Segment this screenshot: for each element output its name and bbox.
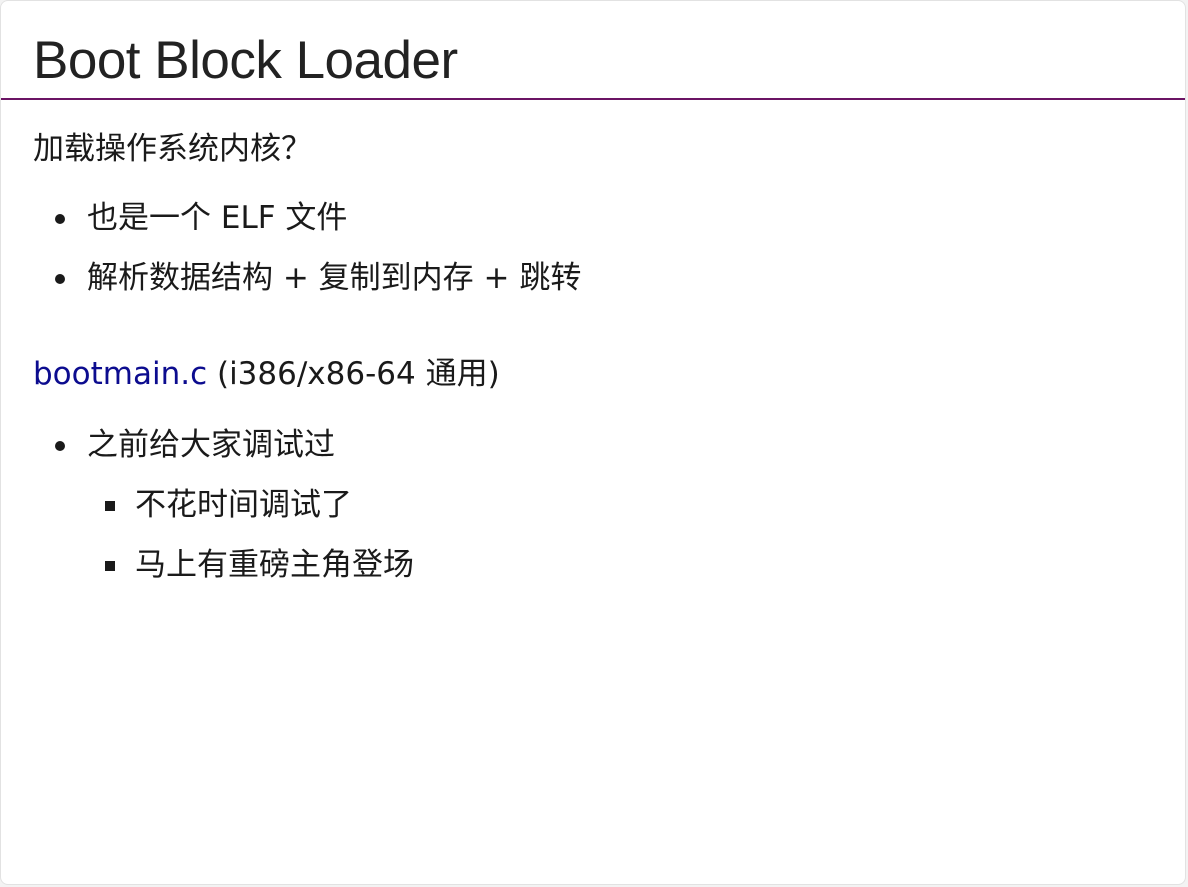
sub-list-item: 马上有重磅主角登场 bbox=[105, 545, 414, 585]
source-bullet-list: 之前给大家调试过 不花时间调试了 马上有重磅主角登场 bbox=[55, 425, 414, 605]
source-line: bootmain.c (i386/x86-64 通用) bbox=[33, 354, 500, 394]
source-note: (i386/x86-64 通用) bbox=[207, 356, 500, 392]
list-item-text: 解析数据结构 + 复制到内存 + 跳转 bbox=[87, 260, 582, 296]
list-item-text: 之前给大家调试过 bbox=[87, 427, 335, 463]
sub-bullet-list: 不花时间调试了 马上有重磅主角登场 bbox=[105, 485, 414, 585]
sub-list-item-text: 不花时间调试了 bbox=[135, 487, 352, 523]
title-divider bbox=[1, 98, 1185, 100]
bullet-square-icon bbox=[105, 501, 115, 511]
list-item: 也是一个 ELF 文件 bbox=[55, 198, 581, 238]
bullet-disc-icon bbox=[55, 441, 65, 451]
list-item: 之前给大家调试过 不花时间调试了 马上有重磅主角登场 bbox=[55, 425, 414, 585]
intro-bullet-list: 也是一个 ELF 文件 解析数据结构 + 复制到内存 + 跳转 bbox=[55, 198, 582, 318]
list-item-text: 也是一个 ELF 文件 bbox=[87, 200, 348, 236]
bullet-square-icon bbox=[105, 561, 115, 571]
sub-list-item-text: 马上有重磅主角登场 bbox=[135, 547, 414, 583]
bullet-disc-icon bbox=[55, 214, 65, 224]
sub-list-item: 不花时间调试了 bbox=[105, 485, 414, 525]
slide-title: Boot Block Loader bbox=[33, 31, 458, 90]
intro-question: 加载操作系统内核？ bbox=[33, 131, 312, 167]
slide: Boot Block Loader 加载操作系统内核？ 也是一个 ELF 文件 … bbox=[0, 0, 1186, 885]
bootmain-link[interactable]: bootmain.c bbox=[33, 356, 207, 392]
list-item: 解析数据结构 + 复制到内存 + 跳转 bbox=[55, 258, 582, 298]
bullet-disc-icon bbox=[55, 274, 65, 284]
